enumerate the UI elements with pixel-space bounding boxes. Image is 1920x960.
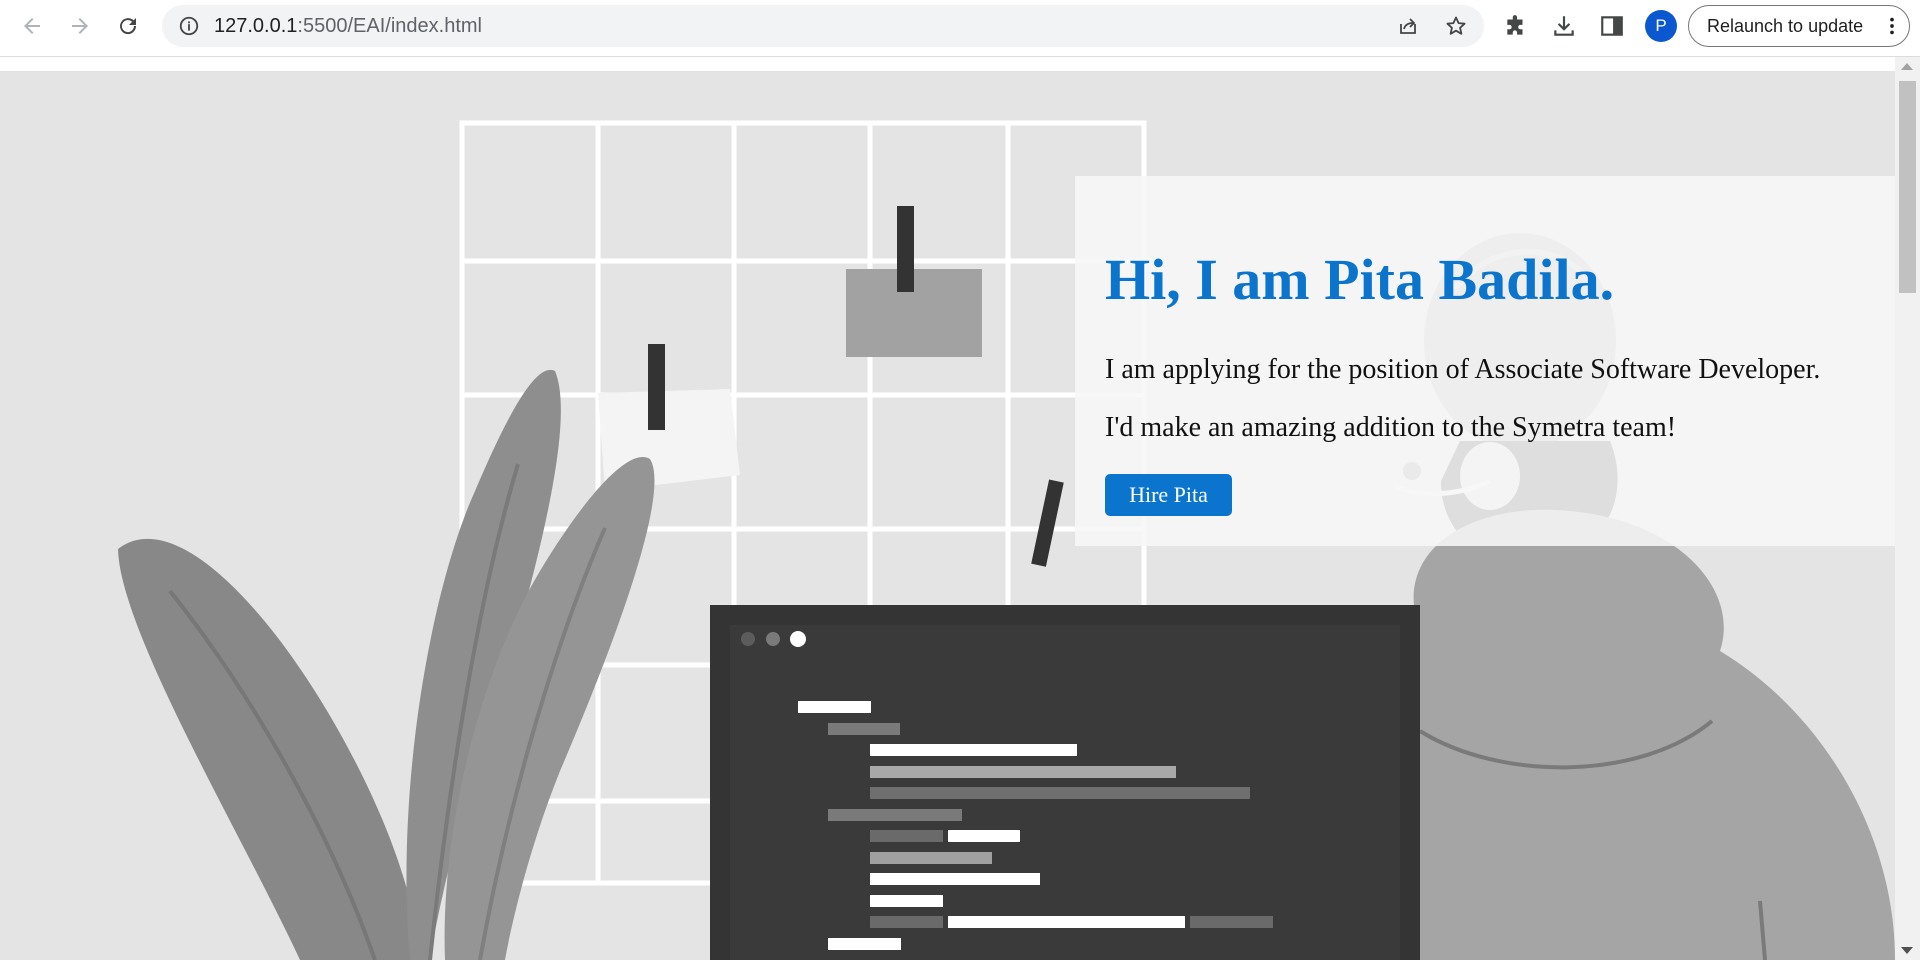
- side-panel-icon[interactable]: [1599, 13, 1625, 39]
- address-bar[interactable]: 127.0.0.1:5500/EAI/index.html: [162, 5, 1484, 47]
- intro-card: Hi, I am Pita Badila. I am applying for …: [1075, 176, 1895, 546]
- scroll-up-arrow-icon[interactable]: [1901, 63, 1913, 70]
- relaunch-label: Relaunch to update: [1707, 16, 1864, 36]
- hero-line-position: I am applying for the position of Associ…: [1105, 354, 1821, 385]
- url-host: 127.0.0.1: [214, 15, 298, 37]
- monitor: [710, 605, 1420, 960]
- browser-toolbar: 127.0.0.1:5500/EAI/index.html P Relaunch…: [0, 0, 1920, 57]
- arrow-right-icon: [72, 18, 88, 34]
- hire-button[interactable]: Hire Pita: [1105, 474, 1232, 516]
- download-icon[interactable]: [1551, 13, 1577, 39]
- hero-line-team: I'd make an amazing addition to the Syme…: [1105, 412, 1677, 443]
- back-button[interactable]: [16, 10, 48, 42]
- scroll-down-arrow-icon[interactable]: [1901, 947, 1913, 954]
- arrow-left-icon: [24, 18, 40, 34]
- pin: [897, 206, 914, 292]
- leaf: [118, 538, 420, 960]
- scroll-thumb[interactable]: [1899, 81, 1916, 293]
- profile-avatar[interactable]: P: [1645, 10, 1677, 42]
- pin: [1031, 479, 1064, 567]
- page-viewport: Hi, I am Pita Badila. I am applying for …: [0, 57, 1920, 960]
- share-icon[interactable]: [1396, 14, 1420, 38]
- hero-heading: Hi, I am Pita Badila.: [1105, 247, 1615, 312]
- pin: [648, 344, 665, 430]
- url-path: :5500/EAI/index.html: [297, 15, 482, 37]
- reload-icon: [120, 18, 137, 35]
- star-icon[interactable]: [1444, 14, 1468, 38]
- vertical-dots-icon[interactable]: [1881, 15, 1903, 37]
- forward-button[interactable]: [64, 10, 96, 42]
- url-text[interactable]: 127.0.0.1:5500/EAI/index.html: [214, 5, 482, 47]
- hero-section: Hi, I am Pita Badila. I am applying for …: [0, 71, 1895, 960]
- relaunch-button[interactable]: Relaunch to update: [1688, 5, 1910, 47]
- puzzle-icon[interactable]: [1503, 13, 1529, 39]
- info-icon[interactable]: [178, 15, 200, 37]
- reload-button[interactable]: [112, 10, 144, 42]
- vertical-scrollbar[interactable]: [1895, 57, 1920, 960]
